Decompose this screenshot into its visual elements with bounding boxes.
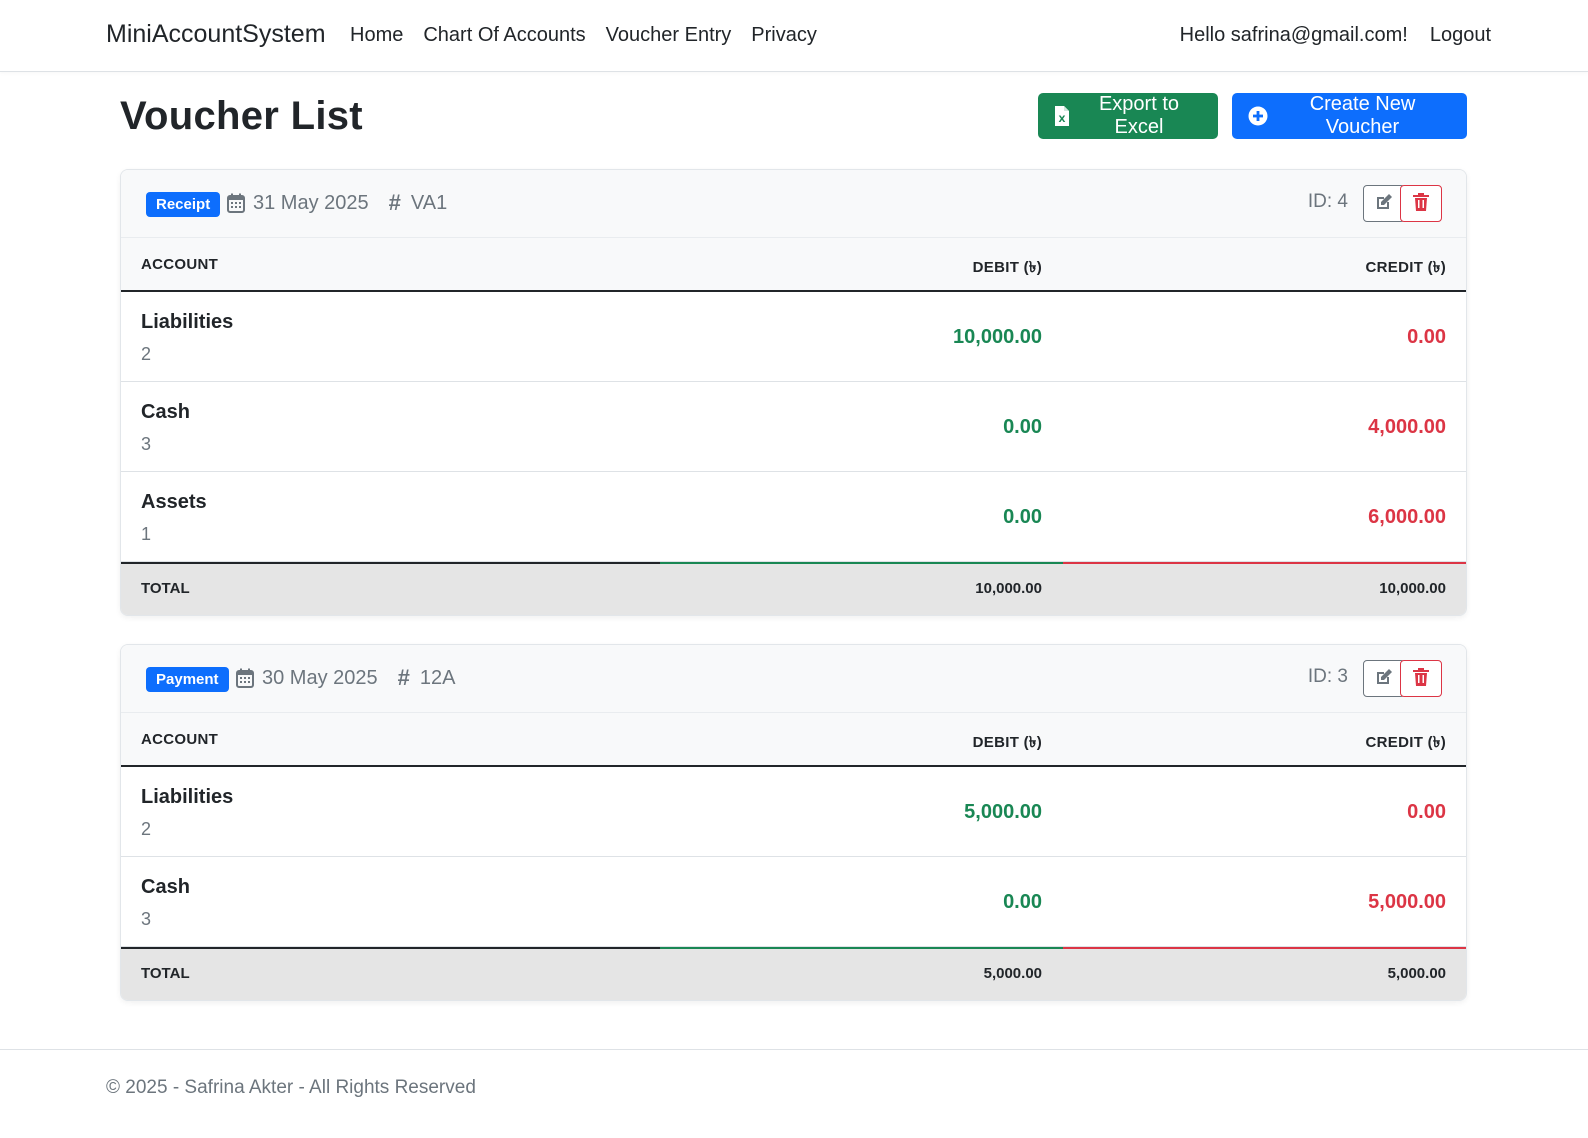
account-code: 1: [141, 524, 152, 544]
credit-amount: 4,000.00: [1368, 416, 1446, 438]
column-header-credit: CREDIT (৳): [1365, 259, 1446, 276]
page-title: Voucher List: [120, 94, 363, 138]
voucher-meta: 30 May 2025 # 12A: [236, 665, 455, 691]
voucher-type-badge: Payment: [146, 667, 229, 692]
edit-voucher-button[interactable]: [1363, 660, 1405, 697]
nav-links: Home Chart Of Accounts Voucher Entry Pri…: [350, 24, 837, 47]
account-code: 2: [141, 344, 152, 364]
voucher-card-header: Payment 30 May 2025 # 12A ID: 3: [121, 645, 1466, 713]
voucher-id: ID: 3: [1307, 666, 1348, 687]
total-label: TOTAL: [141, 965, 190, 982]
debit-amount: 10,000.00: [953, 326, 1042, 348]
credit-amount: 6,000.00: [1368, 506, 1446, 528]
nav-link-chart-of-accounts[interactable]: Chart Of Accounts: [423, 24, 585, 47]
file-excel-icon: X: [1054, 105, 1070, 127]
account-name: Cash: [141, 401, 190, 423]
nav-link-voucher-entry[interactable]: Voucher Entry: [606, 24, 732, 47]
account-name: Cash: [141, 876, 190, 898]
table-row: Liabilities 2 10,000.00 0.00: [121, 292, 1466, 382]
credit-amount: 0.00: [1407, 801, 1446, 823]
table-header: ACCOUNT DEBIT (৳) CREDIT (৳): [121, 713, 1466, 767]
voucher-reference: VA1: [410, 191, 448, 214]
credit-amount: 0.00: [1407, 326, 1446, 348]
voucher-id: ID: 4: [1307, 191, 1348, 212]
voucher-date: 30 May 2025: [262, 666, 378, 689]
page-footer: © 2025 - Safrina Akter - All Rights Rese…: [0, 1049, 1588, 1138]
account-name: Assets: [141, 491, 207, 513]
table-row: Cash 3 0.00 5,000.00: [121, 857, 1466, 947]
table-header: ACCOUNT DEBIT (৳) CREDIT (৳): [121, 238, 1466, 292]
logout-link[interactable]: Logout: [1430, 24, 1491, 47]
plus-circle-icon: [1248, 106, 1268, 126]
total-debit: 5,000.00: [983, 965, 1042, 982]
total-divider: [121, 562, 1466, 564]
hash-icon: #: [388, 190, 401, 215]
nav-link-home[interactable]: Home: [350, 24, 403, 47]
table-row: Liabilities 2 5,000.00 0.00: [121, 767, 1466, 857]
voucher-reference: 12A: [419, 666, 456, 689]
table-footer-total: TOTAL 5,000.00 5,000.00: [121, 947, 1466, 1000]
navbar: MiniAccountSystem Home Chart Of Accounts…: [0, 0, 1588, 72]
column-header-debit: DEBIT (৳): [972, 259, 1042, 276]
voucher-meta: 31 May 2025 # VA1: [227, 190, 447, 216]
edit-icon: [1374, 192, 1394, 215]
account-name: Liabilities: [141, 786, 234, 808]
table-row: Assets 1 0.00 6,000.00: [121, 472, 1466, 562]
column-header-debit: DEBIT (৳): [972, 734, 1042, 751]
nav-user-area: Hello safrina@gmail.com! Logout: [1180, 24, 1491, 47]
table-row: Cash 3 0.00 4,000.00: [121, 382, 1466, 472]
voucher-type-badge: Receipt: [146, 192, 221, 217]
total-credit: 5,000.00: [1387, 965, 1446, 982]
create-voucher-label: Create New Voucher: [1309, 93, 1416, 138]
export-excel-button[interactable]: X Export to Excel: [1038, 93, 1218, 139]
account-code: 3: [141, 909, 152, 929]
voucher-card: Receipt 31 May 2025 # VA1 ID: 4 ACCOUNT …: [120, 169, 1467, 616]
column-header-account: ACCOUNT: [141, 256, 219, 273]
account-name: Liabilities: [141, 311, 234, 333]
edit-voucher-button[interactable]: [1363, 185, 1405, 222]
edit-icon: [1374, 667, 1394, 690]
export-excel-label: Export to Excel: [1098, 93, 1180, 138]
trash-icon: [1413, 193, 1429, 214]
debit-amount: 0.00: [1003, 891, 1042, 913]
debit-amount: 0.00: [1003, 416, 1042, 438]
calendar-icon: [236, 668, 254, 688]
trash-icon: [1413, 668, 1429, 689]
user-greeting-link[interactable]: Hello safrina@gmail.com!: [1180, 24, 1408, 47]
delete-voucher-button[interactable]: [1400, 185, 1442, 222]
credit-amount: 5,000.00: [1368, 891, 1446, 913]
debit-amount: 5,000.00: [964, 801, 1042, 823]
calendar-icon: [227, 193, 245, 213]
brand-link[interactable]: MiniAccountSystem: [106, 20, 326, 49]
column-header-credit: CREDIT (৳): [1365, 734, 1446, 751]
account-code: 3: [141, 434, 152, 454]
create-voucher-button[interactable]: Create New Voucher: [1232, 93, 1467, 139]
nav-link-privacy[interactable]: Privacy: [751, 24, 817, 47]
voucher-card-header: Receipt 31 May 2025 # VA1 ID: 4: [121, 170, 1466, 238]
total-label: TOTAL: [141, 580, 190, 597]
total-credit: 10,000.00: [1379, 580, 1446, 597]
delete-voucher-button[interactable]: [1400, 660, 1442, 697]
column-header-account: ACCOUNT: [141, 731, 219, 748]
table-footer-total: TOTAL 10,000.00 10,000.00: [121, 562, 1466, 615]
hash-icon: #: [397, 665, 410, 690]
debit-amount: 0.00: [1003, 506, 1042, 528]
total-debit: 10,000.00: [975, 580, 1042, 597]
footer-copyright: © 2025 - Safrina Akter - All Rights Rese…: [106, 1077, 476, 1098]
account-code: 2: [141, 819, 152, 839]
svg-text:X: X: [1059, 115, 1066, 125]
voucher-card: Payment 30 May 2025 # 12A ID: 3 ACCOUNT …: [120, 644, 1467, 1001]
voucher-date: 31 May 2025: [253, 191, 369, 214]
total-divider: [121, 947, 1466, 949]
